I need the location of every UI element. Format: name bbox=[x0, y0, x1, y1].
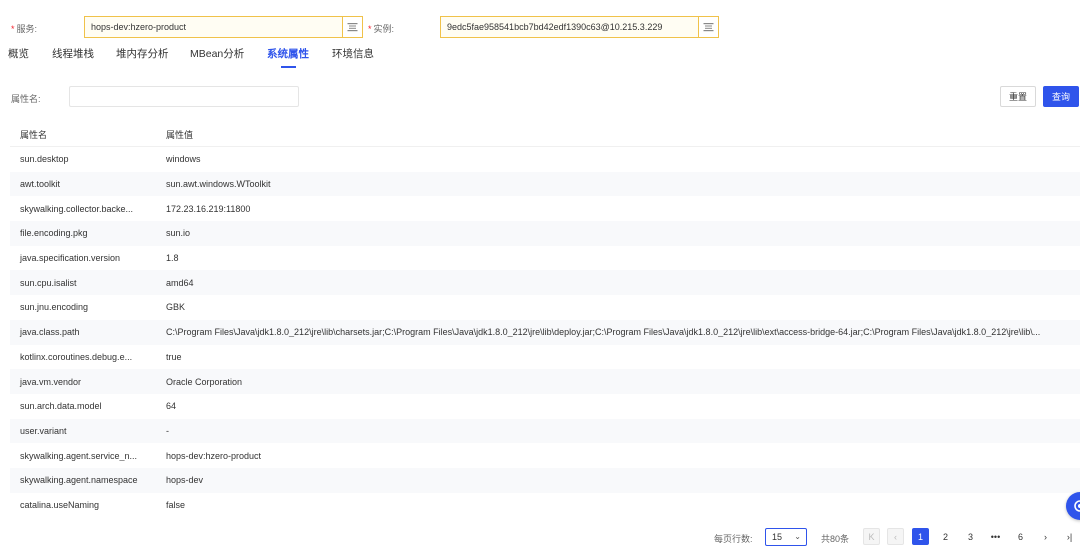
table-row[interactable]: awt.toolkit sun.awt.windows.WToolkit bbox=[10, 171, 1080, 197]
property-name: sun.desktop bbox=[20, 154, 69, 165]
property-value: - bbox=[166, 425, 169, 436]
table-row[interactable]: java.vm.vendor Oracle Corporation bbox=[10, 369, 1080, 394]
service-value: hops-dev:hzero-product bbox=[91, 22, 187, 32]
tab-mbean[interactable]: MBean分析 bbox=[190, 46, 244, 61]
column-header-value: 属性值 bbox=[166, 130, 194, 140]
tab-thread-stack[interactable]: 线程堆栈 bbox=[52, 46, 94, 61]
property-value: sun.io bbox=[166, 228, 191, 239]
property-name: user.variant bbox=[20, 425, 67, 436]
table-row[interactable]: java.class.path C:\Program Files\Java\jdk… bbox=[10, 319, 1080, 345]
property-name: skywalking.collector.backe... bbox=[20, 203, 134, 214]
query-button[interactable]: 查询 bbox=[1043, 86, 1079, 107]
property-value: sun.awt.windows.WToolkit bbox=[166, 179, 271, 190]
property-name: java.vm.vendor bbox=[20, 376, 82, 387]
property-value: hops-dev bbox=[166, 475, 204, 486]
table-row[interactable]: skywalking.collector.backe... 172.23.16.2… bbox=[10, 196, 1080, 221]
table-row[interactable]: skywalking.agent.service_n... hops-dev:hz… bbox=[10, 443, 1080, 468]
pagination: 每页行数: 15 ⌄ 共80条 K ‹ 1 2 3 ••• 6 › ›| bbox=[0, 528, 1080, 546]
property-name-label: 属性名: bbox=[11, 94, 41, 104]
page-1[interactable]: 1 bbox=[912, 528, 929, 545]
property-value: hops-dev:hzero-product bbox=[166, 450, 262, 461]
property-name: file.encoding.pkg bbox=[20, 228, 88, 239]
table-row[interactable]: sun.arch.data.model 64 bbox=[10, 394, 1080, 419]
page-size-label: 每页行数: bbox=[714, 534, 753, 544]
last-page-icon[interactable]: ›| bbox=[1061, 528, 1078, 545]
page-3[interactable]: 3 bbox=[962, 528, 979, 545]
property-value: C:\Program Files\Java\jdk1.8.0_212\jre\l… bbox=[166, 327, 1041, 338]
column-header-name: 属性名 bbox=[20, 130, 48, 140]
tab-overview[interactable]: 概览 bbox=[8, 46, 29, 61]
property-name: kotlinx.coroutines.debug.e... bbox=[20, 351, 133, 362]
table-row[interactable]: skywalking.agent.namespace hops-dev bbox=[10, 467, 1080, 493]
property-name: java.specification.version bbox=[20, 253, 121, 264]
lookup-icon[interactable] bbox=[342, 17, 362, 37]
property-name: skywalking.agent.namespace bbox=[20, 475, 138, 486]
lookup-icon[interactable] bbox=[698, 17, 718, 37]
next-page-icon[interactable]: › bbox=[1037, 528, 1054, 545]
filter-bar: * 服务: hops-dev:hzero-product * 实例: 9edc5fa… bbox=[0, 0, 1080, 44]
prev-page-icon[interactable]: ‹ bbox=[887, 528, 904, 545]
reset-button[interactable]: 重置 bbox=[1000, 86, 1036, 107]
total-count: 共80条 bbox=[821, 534, 850, 544]
property-value: windows bbox=[166, 154, 201, 165]
table-row[interactable]: kotlinx.coroutines.debug.e... true bbox=[10, 345, 1080, 370]
property-name: java.class.path bbox=[20, 327, 80, 338]
property-value: 1.8 bbox=[166, 253, 179, 264]
table-row[interactable]: sun.cpu.isalist amd64 bbox=[10, 270, 1080, 296]
property-name: skywalking.agent.service_n... bbox=[20, 450, 138, 461]
property-value: GBK bbox=[166, 302, 186, 313]
tab-system-properties[interactable]: 系统属性 bbox=[267, 46, 309, 61]
table-header: 属性名 属性值 bbox=[10, 123, 1080, 147]
instance-label: * 实例: bbox=[368, 24, 395, 34]
service-lookup[interactable]: hops-dev:hzero-product bbox=[84, 16, 363, 38]
service-label: * 服务: bbox=[11, 24, 38, 34]
page-size-value: 15 bbox=[772, 532, 783, 542]
table-row[interactable]: sun.desktop windows bbox=[10, 147, 1080, 172]
first-page-icon[interactable]: K bbox=[863, 528, 880, 545]
table-row[interactable]: catalina.useNaming false bbox=[10, 493, 1080, 518]
page-2[interactable]: 2 bbox=[937, 528, 954, 545]
table-row[interactable]: sun.jnu.encoding GBK bbox=[10, 295, 1080, 320]
property-value: true bbox=[166, 351, 182, 362]
property-name: sun.cpu.isalist bbox=[20, 277, 77, 288]
property-name: sun.arch.data.model bbox=[20, 401, 102, 412]
table-row[interactable]: java.specification.version 1.8 bbox=[10, 246, 1080, 271]
properties-table: 属性名 属性值 sun.desktop windows awt.toolkit su… bbox=[10, 123, 1080, 517]
property-value: 64 bbox=[166, 401, 177, 412]
property-name-input[interactable] bbox=[69, 86, 299, 107]
chevron-down-icon: ⌄ bbox=[794, 532, 801, 541]
tab-environment[interactable]: 环境信息 bbox=[332, 46, 374, 61]
instance-lookup[interactable]: 9edc5fae958541bcb7bd42edf1390c63@10.215.… bbox=[440, 16, 719, 38]
table-row[interactable]: file.encoding.pkg sun.io bbox=[10, 221, 1080, 246]
instance-value: 9edc5fae958541bcb7bd42edf1390c63@10.215.… bbox=[447, 22, 663, 32]
property-name: catalina.useNaming bbox=[20, 499, 100, 510]
page-6[interactable]: 6 bbox=[1012, 528, 1029, 545]
required-mark: * bbox=[368, 24, 372, 34]
ellipsis-icon[interactable]: ••• bbox=[987, 528, 1004, 545]
property-value: amd64 bbox=[166, 277, 194, 288]
page-size-select[interactable]: 15 ⌄ bbox=[765, 528, 807, 546]
active-tab-indicator bbox=[281, 66, 296, 68]
property-name: awt.toolkit bbox=[20, 179, 61, 190]
tab-bar: 概览 线程堆栈 堆内存分析 MBean分析 系统属性 环境信息 bbox=[0, 46, 1080, 68]
required-mark: * bbox=[11, 24, 15, 34]
tab-heap-analysis[interactable]: 堆内存分析 bbox=[116, 46, 169, 61]
property-value: 172.23.16.219:11800 bbox=[166, 203, 251, 214]
property-value: Oracle Corporation bbox=[166, 376, 243, 387]
property-name: sun.jnu.encoding bbox=[20, 302, 89, 313]
property-value: false bbox=[166, 499, 186, 510]
table-row[interactable]: user.variant - bbox=[10, 418, 1080, 444]
